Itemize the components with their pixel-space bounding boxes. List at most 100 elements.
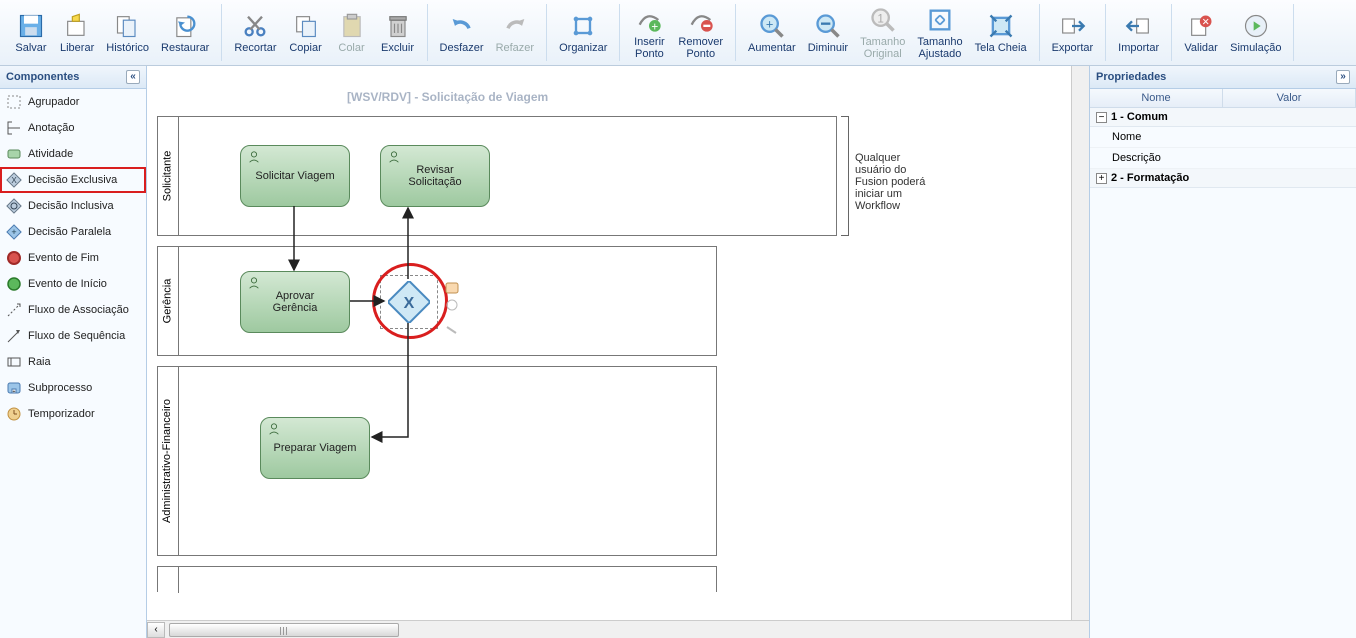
prop-group-formatacao[interactable]: +2 - Formatação bbox=[1090, 169, 1356, 188]
component-item-gw-x[interactable]: X Decisão Exclusiva bbox=[0, 167, 146, 193]
history-button[interactable]: Histórico bbox=[100, 4, 155, 61]
plus-icon[interactable]: + bbox=[1096, 173, 1107, 184]
component-item-activity[interactable]: Atividade bbox=[0, 141, 146, 167]
component-label: Raia bbox=[28, 356, 51, 368]
restore-button[interactable]: Restaurar bbox=[155, 4, 215, 61]
ev-start-icon bbox=[6, 276, 22, 292]
component-item-subproc[interactable]: +Subprocesso bbox=[0, 375, 146, 401]
remove-point-button[interactable]: Remover Ponto bbox=[672, 4, 729, 61]
lane-partial[interactable] bbox=[157, 566, 717, 592]
collapse-left-icon[interactable]: « bbox=[126, 70, 140, 84]
component-label: Anotação bbox=[28, 122, 74, 134]
component-label: Temporizador bbox=[28, 408, 95, 420]
lane-label: Gerência bbox=[162, 279, 174, 324]
undo-button[interactable]: Desfazer bbox=[434, 4, 490, 61]
scissors-icon bbox=[241, 12, 269, 40]
paste-icon bbox=[338, 12, 366, 40]
svg-text:✕: ✕ bbox=[1202, 16, 1210, 26]
diagram-title: [WSV/RDV] - Solicitação de Viagem bbox=[347, 90, 548, 104]
copy-button[interactable]: Copiar bbox=[283, 4, 329, 61]
component-item-gw-plus[interactable]: +Decisão Paralela bbox=[0, 219, 146, 245]
component-item-group[interactable]: Agrupador bbox=[0, 89, 146, 115]
task-preparar-viagem[interactable]: Preparar Viagem bbox=[260, 417, 370, 479]
properties-header: Propriedades » bbox=[1090, 66, 1356, 89]
export-button[interactable]: Exportar bbox=[1046, 4, 1100, 61]
component-label: Decisão Exclusiva bbox=[28, 174, 117, 186]
zoom-fit-icon bbox=[926, 6, 954, 34]
flow-assoc-icon bbox=[6, 302, 22, 318]
lane-solicitante[interactable]: Solicitante Solicitar Viagem Revisar Sol… bbox=[157, 116, 837, 236]
gw-x-icon: X bbox=[6, 172, 22, 188]
paste-button[interactable]: Colar bbox=[329, 4, 375, 61]
import-button[interactable]: Importar bbox=[1112, 4, 1165, 61]
component-item-flow-seq[interactable]: Fluxo de Sequência bbox=[0, 323, 146, 349]
lane-note: Qualquer usuário do Fusion poderá inicia… bbox=[855, 152, 935, 212]
fullscreen-button[interactable]: Tela Cheia bbox=[969, 4, 1033, 61]
subproc-icon: + bbox=[6, 380, 22, 396]
component-item-lane[interactable]: Raia bbox=[0, 349, 146, 375]
copy-icon bbox=[292, 12, 320, 40]
component-item-ev-end[interactable]: Evento de Fim bbox=[0, 245, 146, 271]
col-header-value[interactable]: Valor bbox=[1223, 89, 1356, 107]
svg-text:1: 1 bbox=[877, 12, 883, 25]
component-item-timer[interactable]: Temporizador bbox=[0, 401, 146, 427]
organize-icon bbox=[569, 12, 597, 40]
simulate-button[interactable]: Simulação bbox=[1224, 4, 1287, 61]
zoom-original-button[interactable]: 1Tamanho Original bbox=[854, 4, 911, 61]
user-icon bbox=[267, 422, 281, 436]
cut-button[interactable]: Recortar bbox=[228, 4, 282, 61]
floppy-icon bbox=[17, 12, 45, 40]
component-item-annot[interactable]: Anotação bbox=[0, 115, 146, 141]
validate-button[interactable]: ✕Validar bbox=[1178, 4, 1224, 61]
component-item-gw-o[interactable]: Decisão Inclusiva bbox=[0, 193, 146, 219]
gw-plus-icon: + bbox=[6, 224, 22, 240]
history-icon bbox=[114, 12, 142, 40]
col-header-name[interactable]: Nome bbox=[1090, 89, 1223, 107]
save-button[interactable]: Salvar bbox=[8, 4, 54, 61]
validate-icon: ✕ bbox=[1187, 12, 1215, 40]
zoom-1-icon: 1 bbox=[869, 6, 897, 34]
prop-group-comum[interactable]: −1 - Comum bbox=[1090, 108, 1356, 127]
insert-point-button[interactable]: +Inserir Ponto bbox=[626, 4, 672, 61]
component-label: Atividade bbox=[28, 148, 73, 160]
component-label: Agrupador bbox=[28, 96, 79, 108]
horizontal-scrollbar[interactable]: ‹ bbox=[147, 620, 1089, 638]
task-solicitar-viagem[interactable]: Solicitar Viagem bbox=[240, 145, 350, 207]
prop-row-nome[interactable]: Nome bbox=[1090, 127, 1356, 148]
zoom-out-icon bbox=[814, 12, 842, 40]
group-icon bbox=[6, 94, 22, 110]
vertical-scrollbar[interactable] bbox=[1071, 66, 1089, 620]
scroll-thumb[interactable] bbox=[169, 623, 399, 637]
collapse-right-icon[interactable]: » bbox=[1336, 70, 1350, 84]
release-button[interactable]: Liberar bbox=[54, 4, 100, 61]
lane-label: Solicitante bbox=[162, 151, 174, 202]
redo-button[interactable]: Refazer bbox=[490, 4, 541, 61]
minus-icon[interactable]: − bbox=[1096, 112, 1107, 123]
play-icon bbox=[1242, 12, 1270, 40]
delete-button[interactable]: Excluir bbox=[375, 4, 421, 61]
user-icon bbox=[387, 150, 401, 164]
zoom-in-button[interactable]: +Aumentar bbox=[742, 4, 802, 61]
lane-admin-fin[interactable]: Administrativo-Financeiro Preparar Viage… bbox=[157, 366, 717, 556]
user-icon bbox=[247, 276, 261, 290]
svg-text:X: X bbox=[11, 176, 17, 185]
diagram-canvas[interactable]: [WSV/RDV] - Solicitação de Viagem Solici… bbox=[147, 66, 1090, 638]
component-label: Evento de Início bbox=[28, 278, 107, 290]
zoom-out-button[interactable]: Diminuir bbox=[802, 4, 854, 61]
scroll-left-icon[interactable]: ‹ bbox=[147, 622, 165, 638]
prop-row-descricao[interactable]: Descrição bbox=[1090, 148, 1356, 169]
component-item-ev-start[interactable]: Evento de Início bbox=[0, 271, 146, 297]
organize-button[interactable]: Organizar bbox=[553, 4, 613, 61]
component-item-flow-assoc[interactable]: Fluxo de Associação bbox=[0, 297, 146, 323]
gw-o-icon bbox=[6, 198, 22, 214]
timer-icon bbox=[6, 406, 22, 422]
remove-point-icon bbox=[687, 6, 715, 34]
svg-text:+: + bbox=[11, 227, 16, 237]
task-revisar-solicitacao[interactable]: Revisar Solicitação bbox=[380, 145, 490, 207]
svg-text:+: + bbox=[766, 16, 774, 31]
context-toolbar bbox=[444, 281, 464, 344]
task-aprovar-gerencia[interactable]: Aprovar Gerência bbox=[240, 271, 350, 333]
lane-gerencia[interactable]: Gerência Aprovar Gerência X bbox=[157, 246, 717, 356]
import-icon bbox=[1125, 12, 1153, 40]
zoom-fit-button[interactable]: Tamanho Ajustado bbox=[911, 4, 968, 61]
